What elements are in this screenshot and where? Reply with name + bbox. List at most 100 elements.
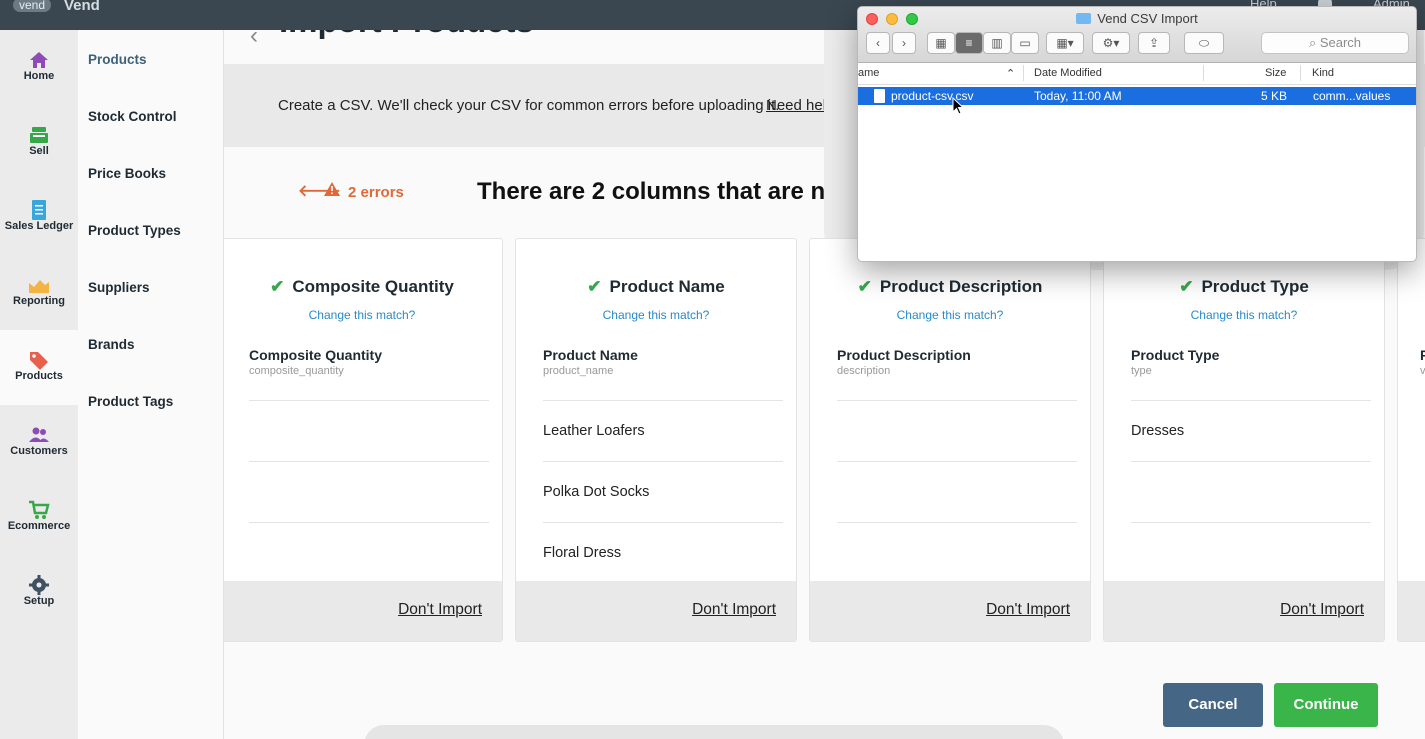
column-header-size[interactable]: Size <box>1265 67 1286 79</box>
products-subnav: Products Stock Control Price Books Produ… <box>78 30 224 739</box>
file-row[interactable]: product-csv.csv Today, 11:00 AM 5 KB com… <box>858 87 1416 105</box>
sample-row: Polka Dot Socks <box>543 461 783 522</box>
cart-icon <box>29 500 50 519</box>
people-icon <box>29 427 49 442</box>
sidebar-item-label: Sell <box>29 145 49 157</box>
subnav-item-suppliers[interactable]: Suppliers <box>88 280 150 295</box>
subnav-item-brands[interactable]: Brands <box>88 337 135 352</box>
finder-search-input[interactable]: ⌕ Search <box>1261 32 1409 54</box>
sidebar-item-sales-ledger[interactable]: Sales Ledger <box>0 180 78 255</box>
tag-icon <box>30 352 48 370</box>
sidebar-item-reporting[interactable]: Reporting <box>0 255 78 330</box>
column-header-kind[interactable]: Kind <box>1312 67 1334 79</box>
action-gear-button[interactable]: ⚙▾ <box>1092 32 1130 54</box>
field-key: composite_quantity <box>249 365 344 377</box>
cover-flow-button[interactable]: ▭ <box>1011 32 1039 54</box>
card-footer: Don't Import <box>516 581 796 641</box>
chart-icon <box>29 280 49 293</box>
dont-import-link[interactable]: Don't Import <box>986 601 1070 619</box>
sample-row <box>837 400 1077 461</box>
register-icon <box>30 127 48 143</box>
mouse-cursor-icon <box>952 97 964 115</box>
tag-button[interactable]: ⬭ <box>1184 32 1224 54</box>
sidebar-item-home[interactable]: Home <box>0 30 78 105</box>
change-match-link[interactable]: Change this match? <box>516 308 796 322</box>
sidebar-item-label: Products <box>15 370 63 382</box>
change-match-link[interactable]: Change this match? <box>810 308 1090 322</box>
home-icon <box>30 52 48 68</box>
column-card: ✔ Product Type Change this match? Product… <box>1103 238 1385 642</box>
bottom-bar <box>364 725 1064 739</box>
gear-icon <box>29 575 49 595</box>
file-size: 5 KB <box>1261 89 1288 103</box>
sidebar-item-customers[interactable]: Customers <box>0 405 78 480</box>
folder-icon <box>1076 13 1092 24</box>
subnav-item-products[interactable]: Products <box>88 52 147 67</box>
sample-row <box>1131 522 1371 583</box>
checkmark-icon: ✔ <box>270 277 285 296</box>
column-card: ✔ Product Name Change this match? Product… <box>515 238 797 642</box>
dont-import-link[interactable]: Don't Import <box>692 601 776 619</box>
column-card: ✔ Product Description Change this match? … <box>809 238 1091 642</box>
column-card: ✔ Composite Quantity Change this match? C… <box>224 238 503 642</box>
continue-button[interactable]: Continue <box>1274 683 1378 727</box>
warning-icon <box>324 182 340 196</box>
sidebar-item-sell[interactable]: Sell <box>0 105 78 180</box>
sidebar-item-label: Reporting <box>13 295 65 307</box>
subnav-item-product-types[interactable]: Product Types <box>88 223 181 238</box>
sidebar-item-label: Setup <box>23 595 55 607</box>
sample-row <box>249 461 489 522</box>
column-card-header: ✔ Product Description <box>857 277 1043 296</box>
subnav-item-price-books[interactable]: Price Books <box>88 166 166 181</box>
page-title: Import Products <box>279 30 534 40</box>
dont-import-link[interactable]: Don't Import <box>1280 601 1364 619</box>
sample-row: Floral Dress <box>543 522 783 583</box>
column-card-header: ✔ Product Type <box>1179 277 1309 296</box>
vend-logo-text[interactable]: Vend <box>64 0 100 14</box>
column-header-date[interactable]: Date Modified <box>1034 67 1102 79</box>
subnav-item-stock-control[interactable]: Stock Control <box>88 109 177 124</box>
dont-import-link[interactable]: Don't Import <box>398 601 482 619</box>
change-match-link[interactable]: Change this match? <box>224 308 502 322</box>
column-card-header: ✔ Product Name <box>587 277 725 296</box>
sidebar-item-setup[interactable]: Setup <box>0 555 78 630</box>
sort-chevron-icon[interactable]: ⌃ <box>1006 67 1015 80</box>
share-button[interactable]: ⇪ <box>1138 32 1170 54</box>
sidebar-item-products[interactable]: Products <box>0 330 78 405</box>
column-header-name[interactable]: ame <box>858 67 879 79</box>
card-footer <box>1398 581 1425 641</box>
file-kind: comm...values <box>1313 89 1391 103</box>
file-date: Today, 11:00 AM <box>1034 89 1122 103</box>
field-name: Product Description <box>837 347 971 363</box>
column-card: P v <box>1397 238 1425 642</box>
sidebar-item-label: Sales Ledger <box>4 220 74 232</box>
document-icon <box>874 89 885 103</box>
field-name: P <box>1420 347 1425 363</box>
finder-window: Vend CSV Import ‹ › ▦ ≡ ▥ ▭ ▦▾ ⚙▾ ⇪ ⬭ ⌕ … <box>857 6 1417 262</box>
error-count[interactable]: 2 errors <box>348 184 404 201</box>
icon-view-button[interactable]: ▦ <box>927 32 955 54</box>
field-name: Composite Quantity <box>249 347 383 363</box>
list-view-button[interactable]: ≡ <box>955 32 983 54</box>
change-match-link[interactable]: Change this match? <box>1104 308 1384 322</box>
sidebar-item-ecommerce[interactable]: Ecommerce <box>0 480 78 555</box>
back-chevron-icon[interactable]: ‹ <box>250 30 258 50</box>
column-view-button[interactable]: ▥ <box>983 32 1011 54</box>
sample-row <box>837 522 1077 583</box>
ledger-icon <box>32 200 46 220</box>
subnav-item-product-tags[interactable]: Product Tags <box>88 394 173 409</box>
arrange-button[interactable]: ▦▾ <box>1046 32 1084 54</box>
cancel-button[interactable]: Cancel <box>1163 683 1263 727</box>
vend-logo-badge[interactable]: vend <box>13 0 52 12</box>
sample-row <box>837 461 1077 522</box>
sample-row <box>1131 461 1371 522</box>
back-button[interactable]: ‹ <box>866 32 890 54</box>
checkmark-icon: ✔ <box>1179 277 1194 296</box>
field-key: product_name <box>543 365 614 377</box>
sample-row <box>249 522 489 583</box>
banner-text: Create a CSV. We'll check your CSV for c… <box>278 97 780 114</box>
field-key: description <box>837 365 891 377</box>
sample-row <box>249 400 489 461</box>
forward-button[interactable]: › <box>892 32 916 54</box>
field-key: type <box>1131 365 1152 377</box>
